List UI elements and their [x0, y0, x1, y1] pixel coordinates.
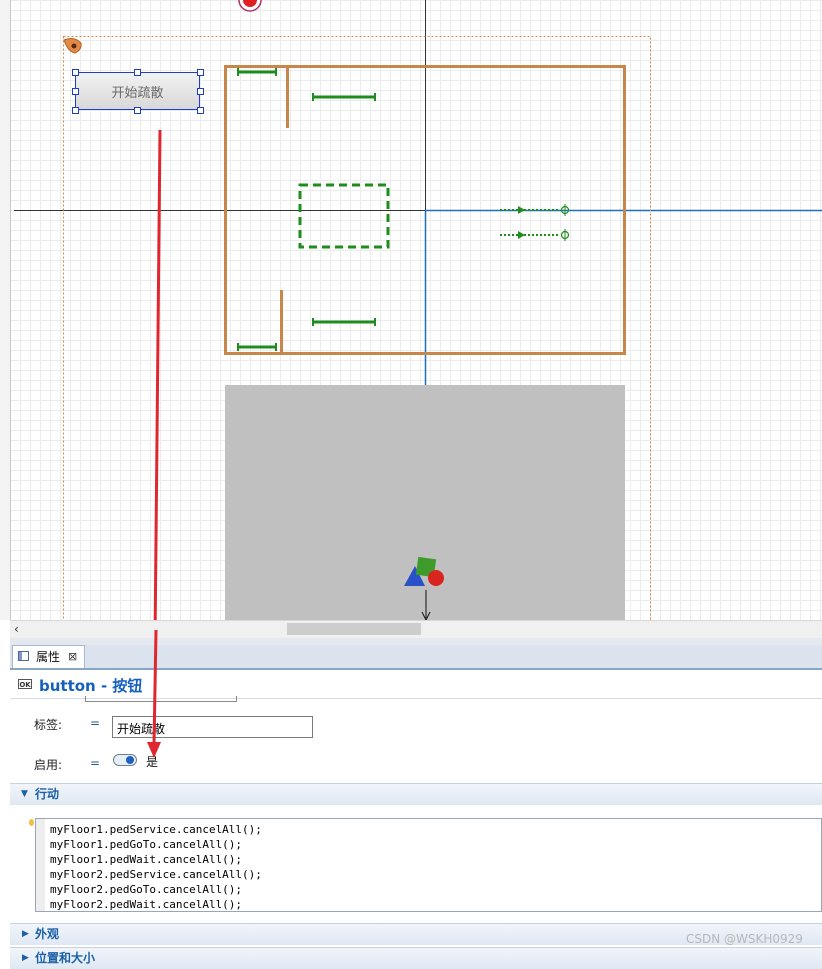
tab-properties-label: 属性: [36, 650, 61, 664]
label-input-value: 开始疏散: [117, 722, 166, 736]
target-line-2: [500, 229, 570, 241]
start-evacuation-label: 开始疏散: [111, 85, 164, 101]
chevron-down-icon: ▼: [21, 789, 28, 799]
code-line: myFloor2.pedService.cancelAll();: [50, 868, 262, 881]
enabled-toggle[interactable]: [113, 754, 137, 766]
name-field-edge[interactable]: [85, 696, 237, 702]
properties-icon: [18, 651, 29, 661]
model-canvas[interactable]: 开始疏散: [0, 0, 822, 620]
left-gutter: [0, 0, 11, 620]
code-line: myFloor2.pedGoTo.cancelAll();: [50, 883, 243, 896]
section-action-header[interactable]: ▼ 行动: [10, 783, 822, 805]
tab-properties[interactable]: 属性 ⊠: [12, 645, 85, 668]
section-appearance-label: 外观: [35, 927, 60, 941]
scroll-left-icon[interactable]: ‹: [14, 621, 19, 637]
service-lines: [237, 68, 376, 351]
static-value-icon[interactable]: =: [90, 756, 100, 770]
scrollbar-thumb[interactable]: [287, 623, 421, 635]
chevron-right-icon: ▶: [22, 929, 29, 939]
start-evacuation-button[interactable]: 开始疏散: [75, 72, 200, 110]
code-line: myFloor1.pedService.cancelAll();: [50, 823, 262, 836]
panel-separator: [10, 638, 822, 645]
action-code-editor[interactable]: myFloor1.pedService.cancelAll(); myFloor…: [35, 818, 822, 912]
enabled-label: 启用:: [34, 758, 63, 772]
properties-title: button - 按钮: [39, 677, 143, 695]
properties-panel: OK button - 按钮 标签: = 开始疏散 启用: = 是 ▼ 行动 m…: [10, 670, 822, 969]
toggle-knob: [126, 756, 134, 764]
chevron-right-icon: ▶: [22, 953, 29, 963]
static-value-icon[interactable]: =: [90, 716, 100, 730]
lightbulb-icon: [29, 819, 34, 826]
annotation-arrow: [153, 129, 162, 620]
button-type-icon: OK: [18, 679, 32, 689]
wait-area-dashed: [298, 183, 390, 249]
code-lines: myFloor1.pedService.cancelAll(); myFloor…: [50, 822, 262, 912]
code-line: myFloor1.pedWait.cancelAll();: [50, 853, 243, 866]
watermark: CSDN @WSKH0929: [686, 932, 803, 946]
code-gutter: [36, 819, 45, 911]
section-position-label: 位置和大小: [35, 951, 96, 965]
section-position-header[interactable]: ▶ 位置和大小: [10, 947, 822, 969]
floor-3d-area: [225, 385, 625, 620]
horizontal-scrollbar[interactable]: ‹: [10, 620, 822, 640]
code-line: myFloor2.pedWait.cancelAll();: [50, 898, 243, 911]
label-field-label: 标签:: [34, 718, 63, 732]
pin-icon-dot: [71, 43, 77, 49]
enabled-value: 是: [146, 755, 159, 769]
code-line: myFloor1.pedGoTo.cancelAll();: [50, 838, 243, 851]
properties-header: OK button - 按钮: [10, 670, 822, 699]
close-icon[interactable]: ⊠: [68, 646, 77, 668]
label-input[interactable]: 开始疏散: [112, 716, 313, 738]
section-action-label: 行动: [35, 787, 60, 801]
properties-tabbar: 属性 ⊠: [10, 645, 822, 670]
